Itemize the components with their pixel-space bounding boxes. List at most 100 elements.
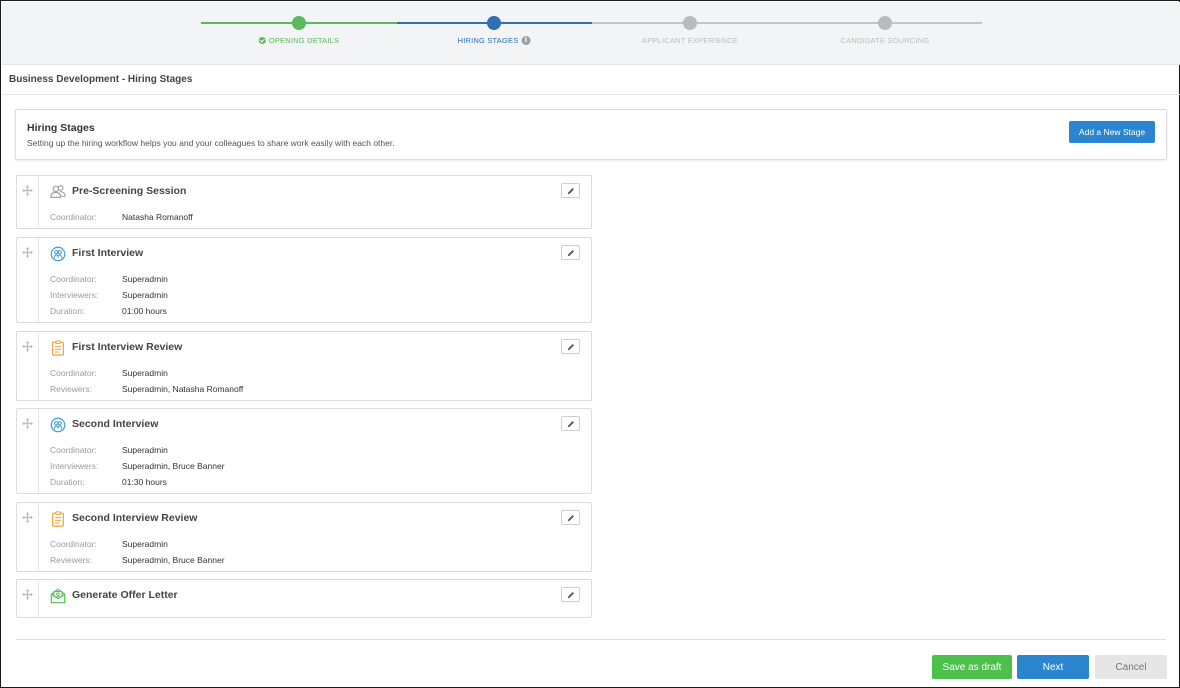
step-dot-hiring-stages[interactable] (487, 16, 501, 30)
stage-card-second-interview: Second Interview Coordinator: Superadmin… (16, 408, 592, 494)
step-dot-candidate-sourcing[interactable] (878, 16, 892, 30)
drag-handle[interactable] (17, 503, 39, 571)
save-as-draft-button[interactable]: Save as draft (932, 655, 1012, 679)
field-value: 01:00 hours (122, 306, 167, 316)
cancel-button[interactable]: Cancel (1095, 655, 1167, 679)
stage-name: Second Interview (72, 418, 159, 430)
field-row: Interviewers: Superadmin, Bruce Banner (50, 458, 225, 474)
pencil-icon (567, 188, 574, 195)
check-circle-icon (258, 37, 266, 44)
step-label-candidate-sourcing[interactable]: CANDIDATE SOURCING (841, 36, 930, 45)
step-connector-3 (592, 22, 982, 24)
field-value: Natasha Romanoff (122, 212, 193, 222)
step-label-hiring-stages[interactable]: HIRING STAGES i (458, 36, 531, 45)
pencil-icon (567, 515, 574, 522)
step-label-text: CANDIDATE SOURCING (840, 36, 930, 45)
stage-details: Coordinator: Superadmin Reviewers: Super… (50, 536, 225, 568)
next-button[interactable]: Next (1017, 655, 1089, 679)
drag-handle[interactable] (17, 580, 39, 617)
move-icon (22, 589, 33, 600)
step-dot-applicant-experience[interactable] (683, 16, 697, 30)
progress-stepper: OPENING DETAILS HIRING STAGES i APPLICAN… (2, 2, 1180, 65)
field-row: Reviewers: Superadmin, Bruce Banner (50, 552, 225, 568)
field-label: Reviewers: (50, 384, 93, 394)
edit-stage-button[interactable] (561, 510, 580, 525)
field-label: Coordinator: (50, 368, 97, 378)
field-row: Duration: 01:00 hours (50, 303, 168, 319)
stage-card-pre-screening: Pre-Screening Session Coordinator: Natas… (16, 175, 592, 229)
field-label: Coordinator: (50, 445, 97, 455)
step-dot-opening-details[interactable] (292, 16, 306, 30)
pencil-icon (567, 344, 574, 351)
step-label-text: HIRING STAGES (457, 36, 519, 45)
field-value: Superadmin, Bruce Banner (122, 461, 225, 471)
stage-card-second-interview-review: Second Interview Review Coordinator: Sup… (16, 502, 592, 572)
offer-letter-icon (50, 588, 66, 604)
pencil-icon (567, 592, 574, 599)
stage-details: Coordinator: Superadmin Reviewers: Super… (50, 365, 243, 397)
pencil-icon (567, 250, 574, 257)
field-label: Duration: (50, 477, 85, 487)
edit-stage-button[interactable] (561, 587, 580, 602)
divider (2, 94, 1180, 95)
field-value: Superadmin (122, 445, 168, 455)
clipboard-icon (52, 340, 64, 356)
field-label: Duration: (50, 306, 85, 316)
field-value: Superadmin, Bruce Banner (122, 555, 225, 565)
field-label: Interviewers: (50, 290, 99, 300)
add-new-stage-button[interactable]: Add a New Stage (1069, 121, 1155, 143)
stage-name: Pre-Screening Session (72, 185, 187, 197)
field-row: Coordinator: Natasha Romanoff (50, 209, 193, 225)
step-label-text: OPENING DETAILS (268, 36, 340, 45)
page-title: Business Development - Hiring Stages (9, 74, 193, 85)
interview-icon (50, 246, 66, 262)
stage-name: Generate Offer Letter (72, 589, 178, 601)
edit-stage-button[interactable] (561, 339, 580, 354)
field-label: Coordinator: (50, 212, 97, 222)
step-label-opening-details[interactable]: OPENING DETAILS (258, 36, 340, 45)
footer-divider (16, 639, 1166, 640)
field-label: Interviewers: (50, 461, 99, 471)
edit-stage-button[interactable] (561, 416, 580, 431)
move-icon (22, 512, 33, 523)
group-outline-icon (50, 185, 66, 198)
field-row: Coordinator: Superadmin (50, 536, 225, 552)
drag-handle[interactable] (17, 238, 39, 322)
hiring-stages-header-card: Hiring Stages Setting up the hiring work… (15, 109, 1167, 160)
field-label: Coordinator: (50, 274, 97, 284)
field-row: Interviewers: Superadmin (50, 287, 168, 303)
drag-handle[interactable] (17, 409, 39, 493)
field-value: Superadmin (122, 290, 168, 300)
pencil-icon (567, 421, 574, 428)
info-icon[interactable]: i (521, 36, 531, 45)
field-value: Superadmin (122, 368, 168, 378)
stage-name: Second Interview Review (72, 512, 198, 524)
field-value: Superadmin, Natasha Romanoff (122, 384, 244, 394)
edit-stage-button[interactable] (561, 245, 580, 260)
stage-details: Coordinator: Superadmin Interviewers: Su… (50, 271, 168, 319)
move-icon (22, 247, 33, 258)
stage-details: Coordinator: Natasha Romanoff (50, 209, 193, 225)
clipboard-icon (52, 511, 64, 527)
move-icon (22, 418, 33, 429)
move-icon (22, 341, 33, 352)
drag-handle[interactable] (17, 332, 39, 400)
section-title: Hiring Stages (27, 122, 95, 134)
field-row: Duration: 01:30 hours (50, 474, 225, 490)
stage-card-first-interview-review: First Interview Review Coordinator: Supe… (16, 331, 592, 401)
edit-stage-button[interactable] (561, 183, 580, 198)
interview-icon (50, 417, 66, 433)
stage-card-first-interview: First Interview Coordinator: Superadmin … (16, 237, 592, 323)
step-label-text: APPLICANT EXPERIENCE (642, 36, 738, 45)
drag-handle[interactable] (17, 176, 39, 228)
move-icon (22, 185, 33, 196)
stage-name: First Interview (72, 247, 144, 259)
field-value: 01:30 hours (122, 477, 167, 487)
field-row: Coordinator: Superadmin (50, 442, 225, 458)
field-row: Reviewers: Superadmin, Natasha Romanoff (50, 381, 243, 397)
field-value: Superadmin (122, 274, 168, 284)
stage-card-generate-offer-letter: Generate Offer Letter (16, 579, 592, 618)
stage-details: Coordinator: Superadmin Interviewers: Su… (50, 442, 225, 490)
app-frame: OPENING DETAILS HIRING STAGES i APPLICAN… (0, 0, 1180, 688)
step-label-applicant-experience[interactable]: APPLICANT EXPERIENCE (642, 36, 738, 45)
